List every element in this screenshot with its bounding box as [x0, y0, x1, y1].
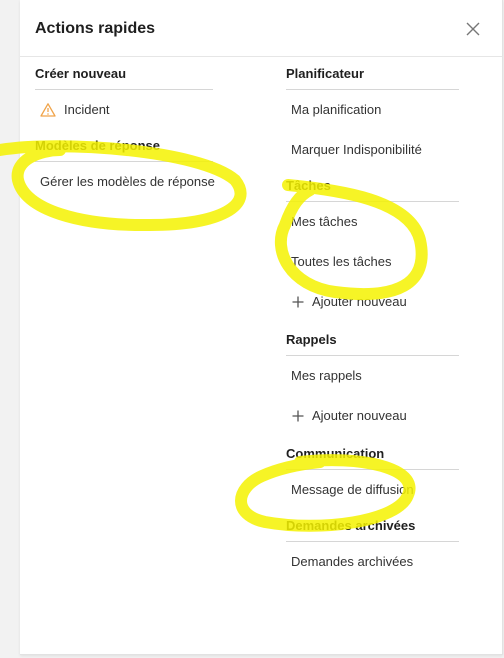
mark-unavailable-label: Marquer Indisponibilité	[291, 142, 422, 157]
my-reminders-item[interactable]: Mes rappels	[286, 356, 459, 396]
create-incident-item[interactable]: Incident	[35, 90, 213, 130]
my-reminders-label: Mes rappels	[291, 368, 362, 383]
archived-requests-item[interactable]: Demandes archivées	[286, 542, 459, 582]
manage-templates-item[interactable]: Gérer les modèles de réponse	[35, 162, 215, 202]
section-header-archived: Demandes archivées	[286, 516, 459, 542]
left-column: Créer nouveau Incident Modèles de répons…	[35, 64, 215, 202]
plus-icon	[291, 294, 307, 310]
close-icon[interactable]	[464, 20, 482, 38]
mark-unavailable-item[interactable]: Marquer Indisponibilité	[286, 130, 459, 170]
section-header-templates: Modèles de réponse	[35, 136, 213, 162]
my-tasks-label: Mes tâches	[291, 214, 358, 229]
my-schedule-item[interactable]: Ma planification	[286, 90, 459, 130]
section-header-tasks: Tâches	[286, 176, 459, 202]
section-header-planner: Planificateur	[286, 64, 459, 90]
my-schedule-label: Ma planification	[291, 102, 382, 117]
right-column: Planificateur Ma planification Marquer I…	[286, 64, 459, 582]
all-tasks-item[interactable]: Toutes les tâches	[286, 242, 459, 282]
manage-templates-label: Gérer les modèles de réponse	[40, 174, 215, 189]
create-incident-label: Incident	[64, 102, 110, 117]
broadcast-message-item[interactable]: Message de diffusion	[286, 470, 459, 510]
plus-icon	[291, 408, 307, 424]
section-header-reminders: Rappels	[286, 330, 459, 356]
section-header-communication: Communication	[286, 444, 459, 470]
add-reminder-label: Ajouter nouveau	[312, 408, 407, 423]
panel-title: Actions rapides	[35, 20, 156, 37]
panel-header: Actions rapides	[20, 0, 502, 57]
add-reminder-button[interactable]: Ajouter nouveau	[286, 396, 459, 436]
quick-actions-panel: Actions rapides Créer nouveau Incident M…	[20, 0, 503, 655]
my-tasks-item[interactable]: Mes tâches	[286, 202, 459, 242]
broadcast-message-label: Message de diffusion	[291, 482, 414, 497]
add-task-label: Ajouter nouveau	[312, 294, 407, 309]
archived-requests-label: Demandes archivées	[291, 554, 414, 569]
add-task-button[interactable]: Ajouter nouveau	[286, 282, 459, 322]
section-header-create: Créer nouveau	[35, 64, 213, 90]
all-tasks-label: Toutes les tâches	[291, 254, 392, 269]
warning-icon	[40, 102, 56, 118]
